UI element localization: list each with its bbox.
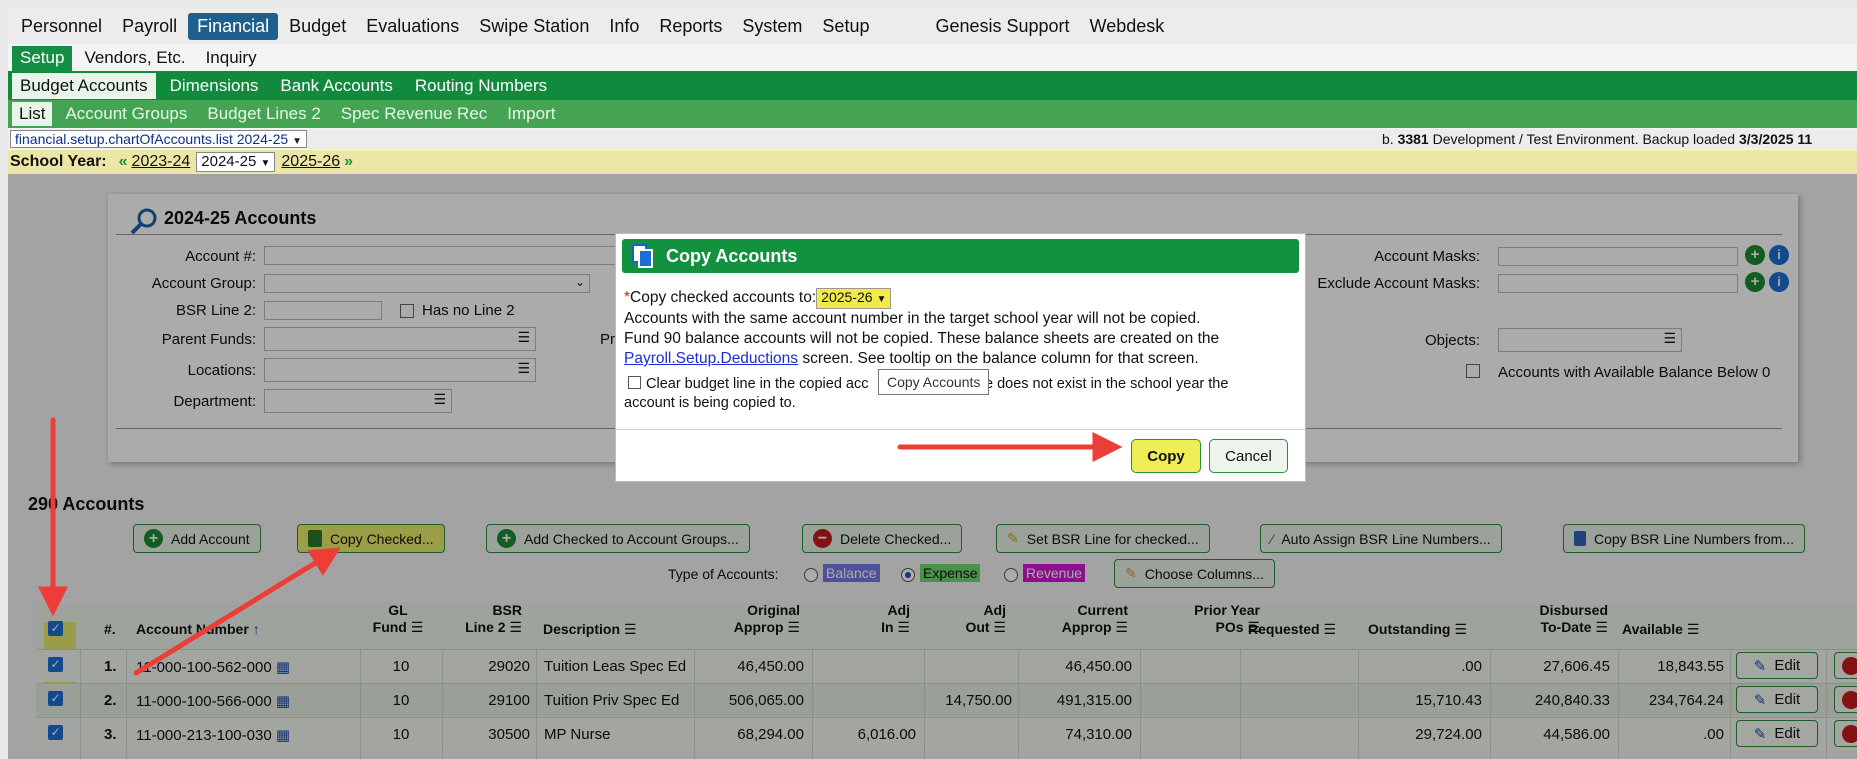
arrow-to-copy-checked — [133, 547, 341, 676]
annotation-arrows — [38, 417, 1123, 676]
app-frame: Personnel Payroll Financial Budget Evalu… — [8, 8, 1857, 759]
